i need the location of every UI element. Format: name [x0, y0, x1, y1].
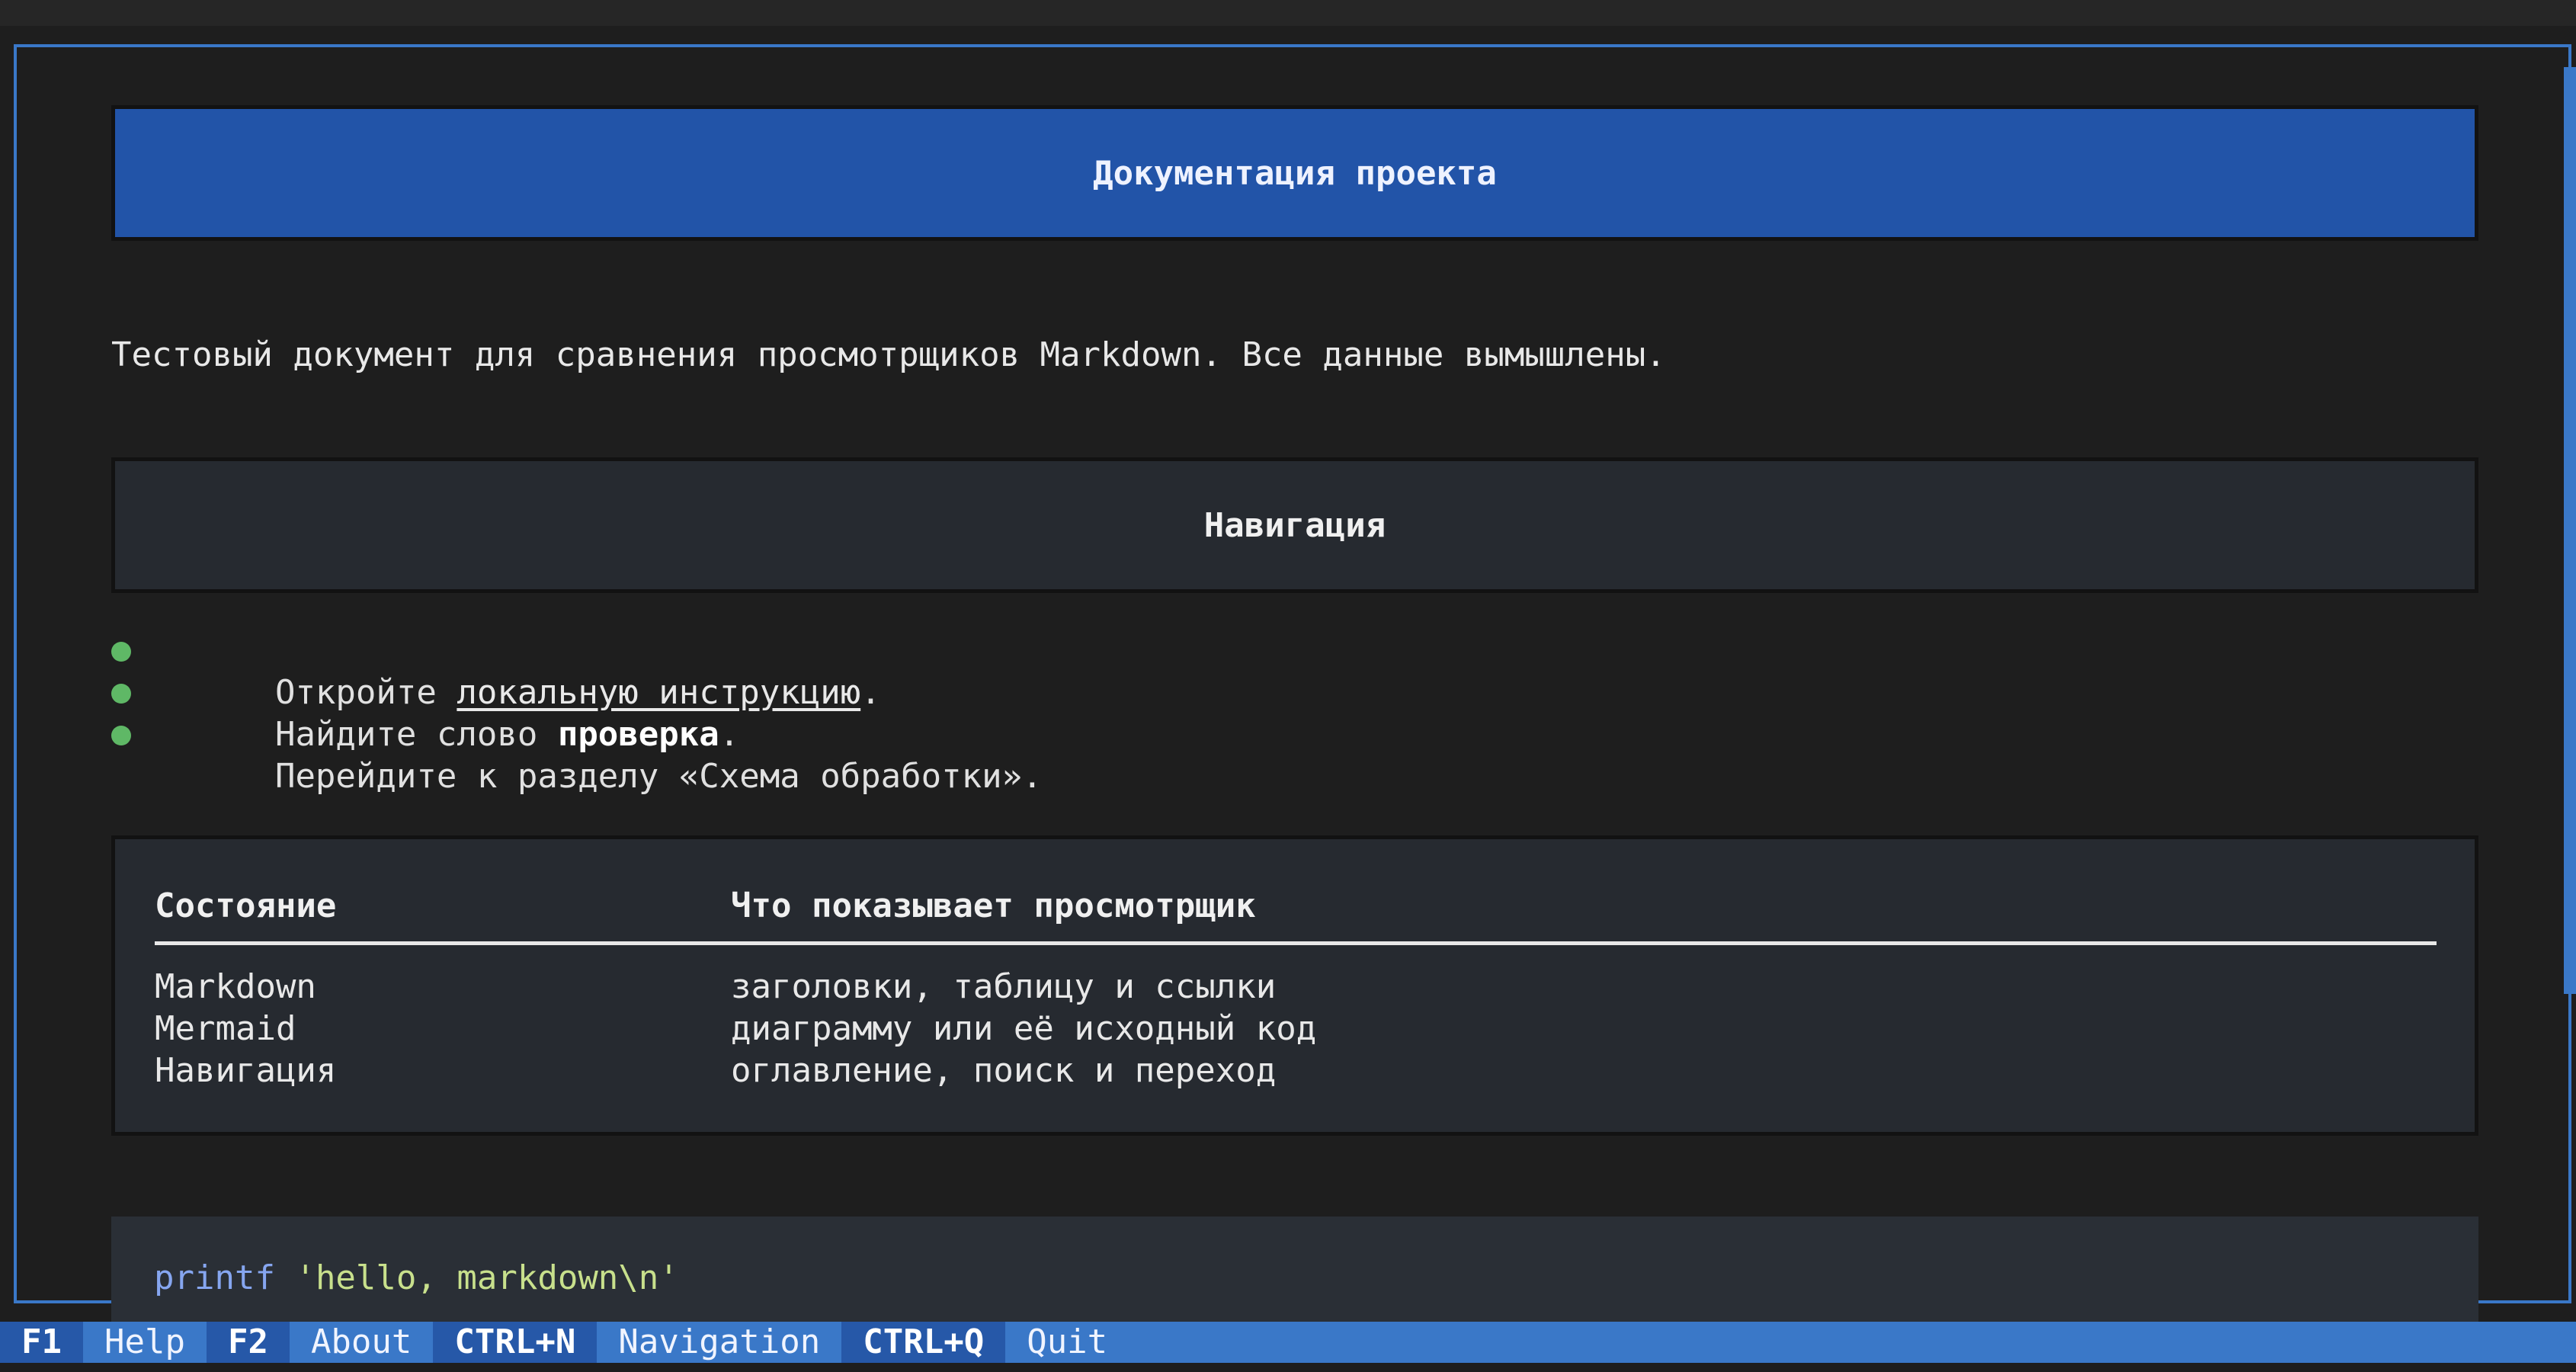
bullet-dot-icon: [111, 726, 131, 745]
code-line: printf 'hello, markdown\n': [154, 1258, 679, 1297]
document-title-heading: Документация проекта: [111, 105, 2478, 241]
about-label[interactable]: About: [290, 1322, 433, 1363]
table-header-shows: Что показывает просмотрщик: [731, 886, 1256, 925]
table-cell: заголовки, таблицу и ссылки: [731, 967, 1277, 1006]
quit-key[interactable]: CTRL+Q: [841, 1322, 1006, 1363]
table-cell: оглавление, поиск и переход: [731, 1051, 1277, 1090]
table-header-divider: [155, 941, 2437, 945]
navigation-key[interactable]: CTRL+N: [433, 1322, 598, 1363]
list-item: Найдите слово проверка.: [111, 672, 1043, 754]
terminal-top-strip: [0, 0, 2576, 26]
terminal-bottom-strip: [0, 1363, 2576, 1372]
table-cell: Markdown: [155, 967, 316, 1006]
help-key[interactable]: F1: [0, 1322, 83, 1363]
navigation-label[interactable]: Navigation: [597, 1322, 841, 1363]
table-cell: Mermaid: [155, 1009, 296, 1048]
help-label[interactable]: Help: [83, 1322, 207, 1363]
table-header-state: Состояние: [155, 886, 337, 925]
code-string: 'hello, markdown\n': [295, 1258, 679, 1297]
document-title: Документация проекта: [1093, 153, 1497, 193]
navigation-heading: Навигация: [111, 457, 2478, 593]
comparison-table: Состояние Что показывает просмотрщик Mar…: [111, 835, 2478, 1136]
bullet-dot-icon: [111, 684, 131, 704]
intro-paragraph: Тестовый документ для сравнения просмотр…: [111, 335, 1666, 374]
key-bindings-footer: F1 Help F2 About CTRL+N Navigation CTRL+…: [0, 1322, 2576, 1363]
code-keyword: printf: [154, 1258, 275, 1297]
navigation-heading-text: Навигация: [1203, 505, 1386, 545]
bullet-list: Откройте локальную инструкцию. Найдите с…: [111, 630, 1043, 796]
bullet-dot-icon: [111, 642, 131, 662]
table-cell: диаграмму или её исходный код: [731, 1009, 1317, 1048]
list-item: Откройте локальную инструкцию.: [111, 630, 1043, 712]
quit-label[interactable]: Quit: [1005, 1322, 1129, 1363]
list-item-text: Перейдите к разделу «Схема обработки».: [274, 757, 1043, 796]
about-key[interactable]: F2: [206, 1322, 290, 1363]
table-cell: Навигация: [155, 1051, 337, 1090]
list-item: Перейдите к разделу «Схема обработки».: [111, 713, 1043, 796]
vertical-scrollbar[interactable]: [2564, 67, 2576, 994]
